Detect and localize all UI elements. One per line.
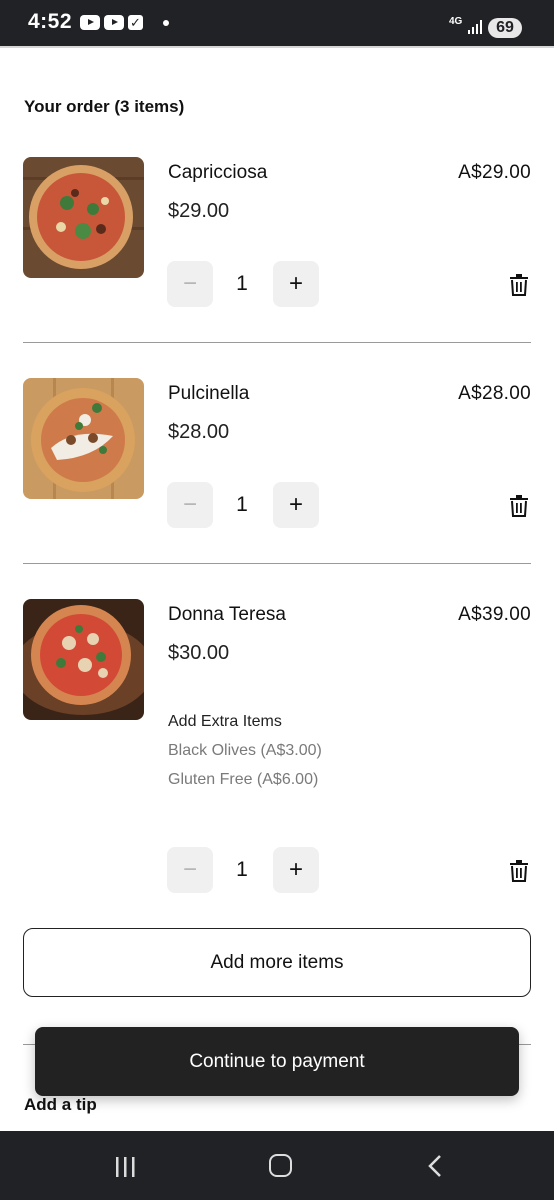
item-total: A$29.00 [458, 162, 531, 183]
decrease-quantity-button[interactable]: − [167, 482, 213, 528]
recent-apps-icon[interactable] [114, 1157, 136, 1177]
status-bar: 4:52 ✓ 4G 69 [0, 0, 554, 46]
network-type: 4G [449, 16, 463, 27]
trash-icon[interactable] [509, 495, 529, 517]
divider [0, 46, 554, 48]
system-nav-bar [0, 1131, 554, 1200]
increase-quantity-button[interactable]: + [273, 482, 319, 528]
more-notifications-dot-icon [163, 19, 169, 26]
youtube-icon [104, 15, 124, 30]
item-name: Pulcinella [168, 383, 250, 404]
back-icon[interactable] [426, 1155, 444, 1177]
notification-icons: ✓ [80, 15, 169, 30]
divider [23, 563, 531, 564]
divider [23, 342, 531, 343]
decrease-quantity-button[interactable]: − [167, 847, 213, 893]
pizza-image [23, 378, 144, 499]
item-price: $28.00 [168, 421, 230, 443]
extras-heading: Add Extra Items [168, 713, 282, 730]
decrease-quantity-button[interactable]: − [167, 261, 213, 307]
extra-item: Gluten Free (A$6.00) [168, 771, 319, 788]
quantity-value: 1 [236, 858, 248, 881]
signal-icon [468, 20, 482, 34]
continue-to-payment-button[interactable]: Continue to payment [35, 1027, 519, 1096]
increase-quantity-button[interactable]: + [273, 847, 319, 893]
home-icon[interactable] [269, 1154, 292, 1177]
status-time: 4:52 [28, 10, 73, 33]
tip-section-title: Add a tip [24, 1095, 97, 1114]
pizza-image [23, 157, 144, 278]
item-total: A$28.00 [458, 383, 531, 404]
trash-icon[interactable] [509, 860, 529, 882]
quantity-value: 1 [236, 272, 248, 295]
item-name: Capricciosa [168, 162, 268, 183]
order-title: Your order (3 items) [24, 97, 185, 116]
trash-icon[interactable] [509, 274, 529, 296]
quantity-value: 1 [236, 493, 248, 516]
cart-content[interactable]: Your order (3 items) Capricciosa A$29.00… [0, 46, 554, 1131]
youtube-icon [80, 15, 100, 30]
item-total: A$39.00 [458, 604, 531, 625]
extra-item: Black Olives (A$3.00) [168, 742, 322, 759]
item-price: $29.00 [168, 200, 230, 222]
increase-quantity-button[interactable]: + [273, 261, 319, 307]
item-name: Donna Teresa [168, 604, 286, 625]
checkbox-notification-icon: ✓ [128, 15, 143, 30]
battery-level: 69 [488, 18, 522, 38]
add-more-items-button[interactable]: Add more items [23, 928, 531, 997]
pizza-image [23, 599, 144, 720]
item-price: $30.00 [168, 642, 230, 664]
